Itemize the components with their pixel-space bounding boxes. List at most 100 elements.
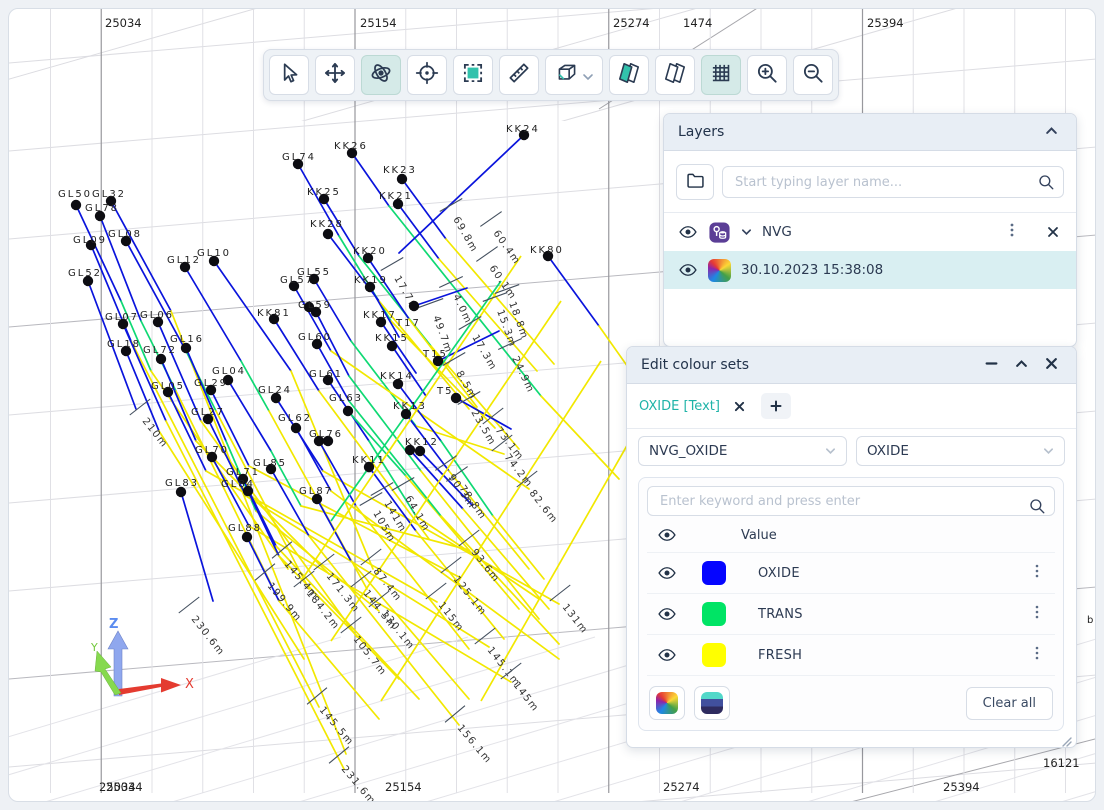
hole-label: KK20 (353, 246, 387, 257)
slice-empty-tool-button[interactable] (655, 55, 695, 95)
hole-label: GL16 (170, 334, 204, 345)
box-select-tool-button[interactable] (453, 55, 493, 95)
hole-label: GL60 (298, 332, 332, 343)
colour-set-select-value: NVG_OXIDE (649, 443, 727, 459)
chevron-down-icon[interactable] (741, 224, 752, 240)
dialog-header[interactable]: Edit colour sets (627, 347, 1076, 384)
slice-outline-icon (662, 60, 688, 90)
dialog-title: Edit colour sets (641, 357, 749, 373)
hole-label: KK80 (530, 245, 564, 256)
chevron-down-icon (1043, 443, 1054, 459)
search-icon (1037, 173, 1055, 191)
row-menu-icon[interactable] (1029, 605, 1045, 623)
hole-label: GL18 (107, 339, 141, 350)
slice-tool-button[interactable] (609, 55, 649, 95)
hole-label: GL84 (221, 479, 255, 490)
close-tab-icon[interactable] (734, 401, 745, 412)
hole-label: GL27 (191, 407, 225, 418)
minimize-button[interactable] (980, 354, 1002, 376)
value-label: OXIDE (758, 566, 800, 581)
hole-label: GL71 (226, 467, 260, 478)
measure-label: 105.7m (351, 634, 389, 678)
hole-label: KK17 (363, 310, 397, 321)
app-window: 210m230.6m145.4m199.9m184.2m171.3m87.4m1… (8, 8, 1096, 802)
sublayer-row-selected[interactable]: 30.10.2023 15:38:08 (664, 251, 1076, 289)
visibility-eye-icon[interactable] (657, 604, 677, 624)
visibility-eye-icon[interactable] (678, 260, 698, 280)
layer-search-input[interactable] (722, 166, 1064, 198)
hole-label: GL10 (197, 248, 231, 259)
minus-icon (985, 357, 998, 374)
visibility-eye-icon[interactable] (657, 645, 677, 665)
row-menu-icon[interactable] (1029, 564, 1045, 582)
keyword-search-input[interactable] (647, 486, 1055, 516)
toggle-all-eye-icon[interactable] (657, 525, 677, 545)
visibility-eye-icon[interactable] (657, 563, 677, 583)
folder-icon (685, 170, 706, 195)
palette-icon (656, 692, 678, 714)
colour-set-style-button[interactable] (649, 686, 685, 720)
hole-label: GL87 (299, 486, 333, 497)
zoom-in-tool-button[interactable] (747, 55, 787, 95)
value-label: TRANS (758, 607, 803, 622)
hole-label: KK21 (379, 191, 413, 202)
tab-oxide-text[interactable]: OXIDE [Text] (639, 399, 720, 414)
hole-label: GL70 (195, 445, 229, 456)
hole-label: GL57 (280, 275, 314, 286)
sublayer-name: 30.10.2023 15:38:08 (741, 262, 883, 278)
colour-set-select[interactable]: NVG_OXIDE (638, 436, 847, 466)
remove-layer-icon[interactable] (1044, 225, 1062, 239)
axis-triad: ZXY (90, 617, 194, 696)
chevron-down-icon (825, 443, 836, 459)
select-tool-button[interactable] (269, 55, 309, 95)
hole-label: GL06 (140, 310, 174, 321)
hole-label: GL63 (329, 393, 363, 404)
zoom-out-tool-button[interactable] (793, 55, 833, 95)
collapse-dialog-button[interactable] (1010, 354, 1032, 376)
layer-row-nvg[interactable]: NVG (664, 213, 1076, 251)
value-row[interactable]: TRANS (647, 594, 1055, 635)
attribute-select[interactable]: OXIDE (856, 436, 1065, 466)
open-layer-button[interactable] (676, 164, 714, 200)
close-dialog-button[interactable] (1040, 354, 1062, 376)
value-row[interactable]: FRESH (647, 635, 1055, 676)
hole-label: KK11 (352, 455, 386, 466)
gradient-style-button[interactable] (694, 686, 730, 720)
layer-menu-icon[interactable] (1004, 223, 1020, 241)
hole-label: GL24 (258, 385, 292, 396)
measure-tool-button[interactable] (499, 55, 539, 95)
collapse-panel-button[interactable] (1040, 121, 1062, 143)
hole-label: GL88 (228, 523, 262, 534)
resize-handle[interactable] (1060, 732, 1072, 744)
measure-label: 145m (511, 680, 541, 714)
axis-label: 25034 (106, 780, 143, 794)
orbit-tool-button[interactable] (361, 55, 401, 95)
z-axis-label: Z (109, 617, 118, 632)
clear-all-button[interactable]: Clear all (966, 687, 1053, 720)
cube-icon (554, 60, 580, 90)
add-tab-button[interactable] (761, 393, 791, 419)
view-toolbar (263, 49, 839, 101)
value-row[interactable]: OXIDE (647, 553, 1055, 594)
value-label: FRESH (758, 648, 802, 663)
axis-label: 25034 (105, 16, 142, 30)
layers-panel-header: Layers (664, 114, 1076, 151)
hole-label: GL61 (309, 369, 343, 380)
target-icon (414, 60, 440, 90)
grid-tool-button[interactable] (701, 55, 741, 95)
hole-label: GL04 (212, 366, 246, 377)
search-icon (1028, 497, 1046, 515)
pan-tool-button[interactable] (315, 55, 355, 95)
close-icon (1045, 357, 1058, 374)
view-cube-tool-button[interactable] (545, 55, 603, 95)
pan-icon (322, 60, 348, 90)
row-menu-icon[interactable] (1029, 646, 1045, 664)
attribute-select-value: OXIDE (867, 443, 909, 459)
measure-label: 4.0m (450, 293, 473, 326)
color-swatch[interactable] (702, 602, 726, 626)
visibility-eye-icon[interactable] (678, 222, 698, 242)
axis-label: 25274 (663, 780, 700, 794)
color-swatch[interactable] (702, 643, 726, 667)
color-swatch[interactable] (702, 561, 726, 585)
focus-tool-button[interactable] (407, 55, 447, 95)
